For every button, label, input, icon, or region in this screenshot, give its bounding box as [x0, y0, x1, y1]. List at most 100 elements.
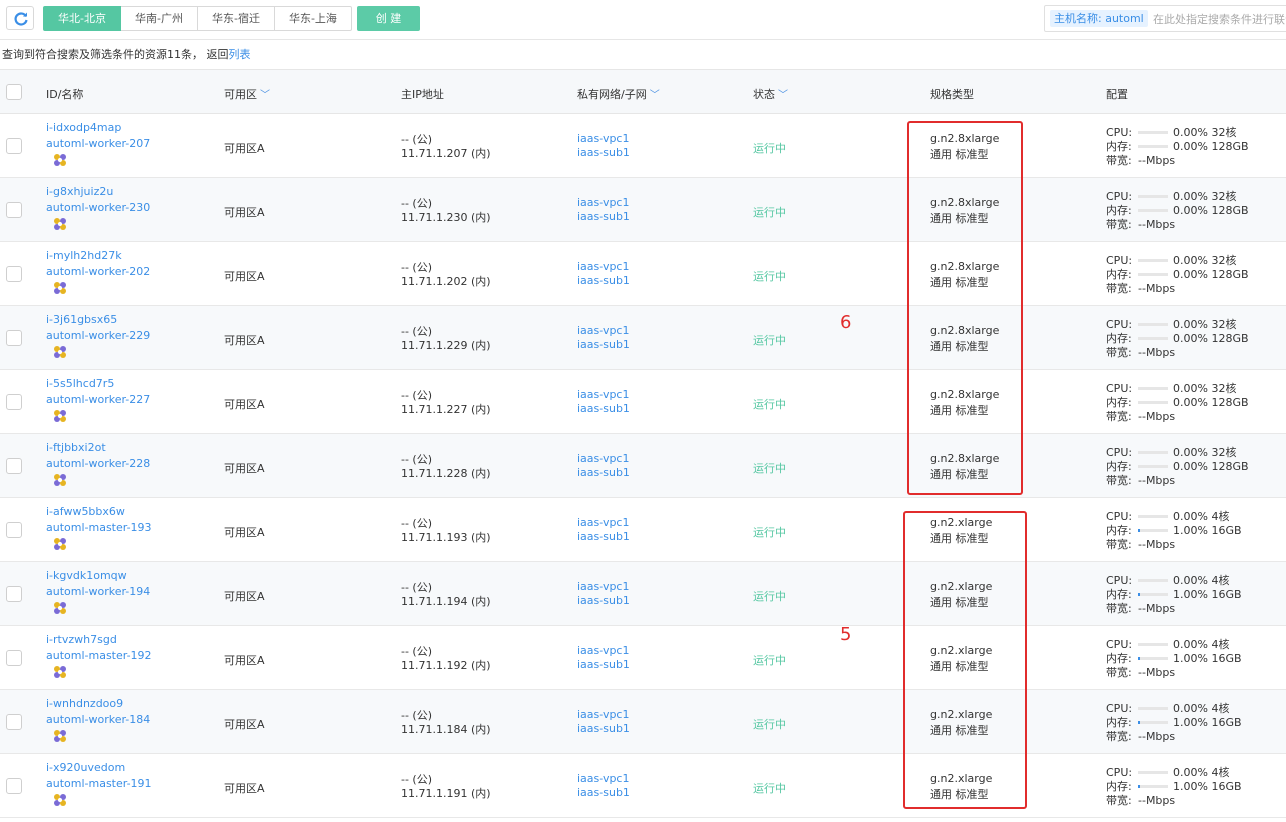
create-button[interactable]: 创 建: [357, 6, 420, 31]
row-checkbox[interactable]: [6, 714, 22, 730]
instance-name-link[interactable]: automl-worker-227: [46, 393, 150, 406]
chevron-down-icon[interactable]: ﹀: [778, 90, 788, 101]
select-all-checkbox[interactable]: [6, 84, 22, 100]
subnet-link[interactable]: iaas-sub1: [577, 786, 630, 799]
instance-name-link[interactable]: automl-worker-207: [46, 137, 150, 150]
row-checkbox[interactable]: [6, 522, 22, 538]
search-box[interactable]: 主机名称: automl: [1044, 5, 1286, 32]
row-checkbox[interactable]: [6, 650, 22, 666]
tag-icon[interactable]: [52, 600, 68, 616]
table-row[interactable]: i-afww5bbx6w automl-master-193 可用区A -- (…: [0, 498, 1286, 562]
row-checkbox[interactable]: [6, 266, 22, 282]
subnet-link[interactable]: iaas-sub1: [577, 594, 630, 607]
instance-name-link[interactable]: automl-worker-184: [46, 713, 150, 726]
table-row[interactable]: i-x920uvedom automl-master-191 可用区A -- (…: [0, 754, 1286, 818]
vpc-link[interactable]: iaas-vpc1: [577, 324, 629, 337]
table-row[interactable]: i-5s5lhcd7r5 automl-worker-227 可用区A -- (…: [0, 370, 1286, 434]
table-row[interactable]: i-kgvdk1omqw automl-worker-194 可用区A -- (…: [0, 562, 1286, 626]
col-zone[interactable]: 可用区 ﹀: [224, 86, 270, 102]
refresh-button[interactable]: [6, 6, 34, 30]
row-checkbox[interactable]: [6, 778, 22, 794]
region-tab-suqian[interactable]: 华东-宿迁: [197, 6, 275, 31]
subnet-link[interactable]: iaas-sub1: [577, 274, 630, 287]
vpc-link[interactable]: iaas-vpc1: [577, 132, 629, 145]
subnet-link[interactable]: iaas-sub1: [577, 402, 630, 415]
tag-icon[interactable]: [52, 216, 68, 232]
instance-id-link[interactable]: i-kgvdk1omqw: [46, 569, 127, 582]
table-row[interactable]: i-mylh2hd27k automl-worker-202 可用区A -- (…: [0, 242, 1286, 306]
table-row[interactable]: i-3j61gbsx65 automl-worker-229 可用区A -- (…: [0, 306, 1286, 370]
table-row[interactable]: i-ftjbbxi2ot automl-worker-228 可用区A -- (…: [0, 434, 1286, 498]
tag-icon[interactable]: [52, 344, 68, 360]
vpc-link[interactable]: iaas-vpc1: [577, 644, 629, 657]
instance-id-link[interactable]: i-3j61gbsx65: [46, 313, 117, 326]
tag-icon[interactable]: [52, 664, 68, 680]
vpc-link[interactable]: iaas-vpc1: [577, 196, 629, 209]
instance-id-link[interactable]: i-idxodp4map: [46, 121, 121, 134]
subnet-link[interactable]: iaas-sub1: [577, 658, 630, 671]
back-to-list-link[interactable]: 列表: [229, 48, 251, 61]
annotation-box-8xlarge: [907, 121, 1023, 495]
cpu-label: CPU:: [1106, 253, 1133, 267]
instance-id-link[interactable]: i-wnhdnzdoo9: [46, 697, 123, 710]
tag-icon[interactable]: [52, 280, 68, 296]
table-row[interactable]: i-g8xhjuiz2u automl-worker-230 可用区A -- (…: [0, 178, 1286, 242]
vpc-link[interactable]: iaas-vpc1: [577, 516, 629, 529]
row-checkbox[interactable]: [6, 394, 22, 410]
subnet-link[interactable]: iaas-sub1: [577, 466, 630, 479]
chevron-down-icon[interactable]: ﹀: [650, 90, 660, 101]
tag-icon[interactable]: [52, 792, 68, 808]
table-row[interactable]: i-rtvzwh7sgd automl-master-192 可用区A -- (…: [0, 626, 1286, 690]
instance-name-link[interactable]: automl-worker-202: [46, 265, 150, 278]
tag-icon[interactable]: [52, 152, 68, 168]
vpc-link[interactable]: iaas-vpc1: [577, 772, 629, 785]
table-row[interactable]: i-idxodp4map automl-worker-207 可用区A -- (…: [0, 114, 1286, 178]
mem-line: 内存: 1.00% 16GB: [1106, 523, 1242, 538]
instance-id-link[interactable]: i-ftjbbxi2ot: [46, 441, 106, 454]
subnet-link[interactable]: iaas-sub1: [577, 146, 630, 159]
vpc-link[interactable]: iaas-vpc1: [577, 452, 629, 465]
instance-id-link[interactable]: i-g8xhjuiz2u: [46, 185, 113, 198]
zone-text: 可用区A: [224, 206, 265, 219]
row-checkbox[interactable]: [6, 202, 22, 218]
tag-icon[interactable]: [52, 408, 68, 424]
chevron-down-icon[interactable]: ﹀: [260, 90, 270, 101]
private-ip: 11.71.1.192 (内): [401, 659, 491, 672]
table-row[interactable]: i-wnhdnzdoo9 automl-worker-184 可用区A -- (…: [0, 690, 1286, 754]
region-tab-beijing[interactable]: 华北-北京: [43, 6, 121, 31]
instance-id-link[interactable]: i-afww5bbx6w: [46, 505, 125, 518]
tag-icon[interactable]: [52, 472, 68, 488]
subnet-link[interactable]: iaas-sub1: [577, 338, 630, 351]
instance-id-link[interactable]: i-mylh2hd27k: [46, 249, 122, 262]
row-checkbox[interactable]: [6, 138, 22, 154]
region-tab-guangzhou[interactable]: 华南-广州: [120, 6, 198, 31]
instance-name-link[interactable]: automl-master-193: [46, 521, 152, 534]
instance-name-link[interactable]: automl-worker-230: [46, 201, 150, 214]
search-filter-tag[interactable]: 主机名称: automl: [1050, 10, 1148, 27]
subnet-link[interactable]: iaas-sub1: [577, 722, 630, 735]
instance-name-link[interactable]: automl-master-191: [46, 777, 152, 790]
tag-icon[interactable]: [52, 536, 68, 552]
row-checkbox[interactable]: [6, 458, 22, 474]
instance-id-link[interactable]: i-5s5lhcd7r5: [46, 377, 114, 390]
vpc-link[interactable]: iaas-vpc1: [577, 708, 629, 721]
vpc-link[interactable]: iaas-vpc1: [577, 260, 629, 273]
row-checkbox[interactable]: [6, 330, 22, 346]
vpc-link[interactable]: iaas-vpc1: [577, 580, 629, 593]
instance-name-link[interactable]: automl-master-192: [46, 649, 152, 662]
mem-line: 内存: 0.00% 128GB: [1106, 395, 1249, 410]
tag-icon[interactable]: [52, 728, 68, 744]
instance-name-link[interactable]: automl-worker-228: [46, 457, 150, 470]
col-network[interactable]: 私有网络/子网 ﹀: [577, 86, 660, 102]
subnet-link[interactable]: iaas-sub1: [577, 210, 630, 223]
vpc-link[interactable]: iaas-vpc1: [577, 388, 629, 401]
subnet-link[interactable]: iaas-sub1: [577, 530, 630, 543]
instance-id-link[interactable]: i-x920uvedom: [46, 761, 125, 774]
instance-name-link[interactable]: automl-worker-194: [46, 585, 150, 598]
search-input[interactable]: [1153, 10, 1286, 28]
instance-id-link[interactable]: i-rtvzwh7sgd: [46, 633, 117, 646]
col-status[interactable]: 状态 ﹀: [753, 86, 788, 102]
row-checkbox[interactable]: [6, 586, 22, 602]
region-tab-shanghai[interactable]: 华东-上海: [274, 6, 352, 31]
instance-name-link[interactable]: automl-worker-229: [46, 329, 150, 342]
